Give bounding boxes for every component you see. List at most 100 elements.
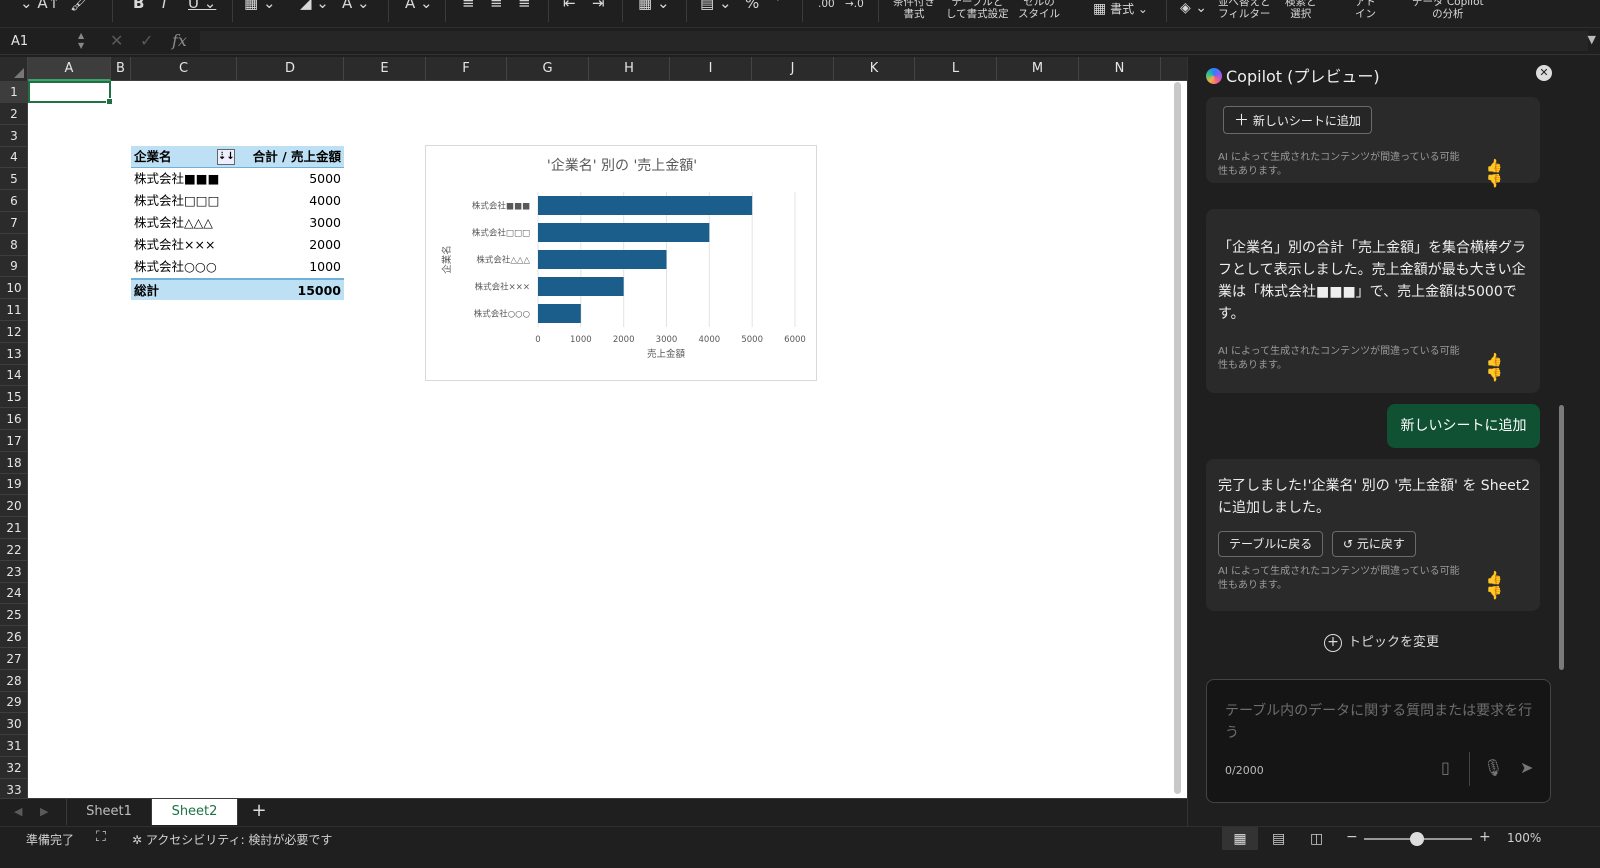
cancel-icon[interactable]: ✕ xyxy=(110,31,123,50)
add-to-new-sheet-button[interactable]: ＋ 新しいシートに追加 xyxy=(1223,106,1372,134)
comma-icon[interactable]: ’ xyxy=(776,0,781,12)
row-header-9[interactable]: 9 xyxy=(0,255,28,278)
row-header-8[interactable]: 8 xyxy=(0,234,28,256)
pivot-row[interactable]: 株式会社■■■ 5000 xyxy=(131,168,344,190)
increase-indent-icon[interactable]: ⇥ xyxy=(592,0,605,12)
row-header-12[interactable]: 12 xyxy=(0,321,28,343)
percent-icon[interactable]: % xyxy=(745,0,759,12)
row-header-24[interactable]: 24 xyxy=(0,582,28,605)
format-button[interactable]: ▦ 書式 ⌄ xyxy=(1093,0,1148,17)
column-header-e[interactable]: E xyxy=(344,57,426,81)
column-header-j[interactable]: J xyxy=(752,57,834,81)
pivot-row[interactable]: 株式会社□□□ 4000 xyxy=(131,190,344,212)
row-header-27[interactable]: 27 xyxy=(0,648,28,670)
macro-record-icon[interactable]: ⛶ xyxy=(96,829,106,845)
column-header-n[interactable]: N xyxy=(1079,57,1161,81)
thumbs-down-icon[interactable]: 👎 xyxy=(1486,586,1502,601)
row-header-16[interactable]: 16 xyxy=(0,408,28,430)
column-header-h[interactable]: H xyxy=(589,57,670,81)
row-header-6[interactable]: 6 xyxy=(0,190,28,212)
decrease-indent-icon[interactable]: ⇤ xyxy=(563,0,576,12)
row-header-13[interactable]: 13 xyxy=(0,343,28,365)
row-header-18[interactable]: 18 xyxy=(0,452,28,474)
tab-sheet2[interactable]: Sheet2 xyxy=(152,799,238,825)
row-header-15[interactable]: 15 xyxy=(0,386,28,409)
pivot-row[interactable]: 株式会社○○○ 1000 xyxy=(131,256,344,278)
copilot-prompt-box[interactable]: テーブル内のデータに関する質問または要求を行う 0/2000 ▯ 🎙 ➤ xyxy=(1206,679,1551,803)
thumbs-down-icon[interactable]: 👎 xyxy=(1486,174,1502,189)
thumbs-up-icon[interactable]: 👍 xyxy=(1486,159,1502,174)
expand-formula-bar-icon[interactable]: ▼ xyxy=(1588,33,1596,46)
bold-icon[interactable]: B xyxy=(133,0,144,12)
decrease-decimal-icon[interactable]: →.0 xyxy=(845,0,864,10)
enter-icon[interactable]: ✓ xyxy=(140,31,153,50)
column-header-k[interactable]: K xyxy=(834,57,915,81)
format-as-table-button[interactable]: テーブルと して書式設定 xyxy=(946,0,1009,20)
row-header-10[interactable]: 10 xyxy=(0,277,28,300)
conditional-format-button[interactable]: 条件付き 書式 xyxy=(893,0,935,20)
tab-sheet1[interactable]: Sheet1 xyxy=(66,799,152,825)
formula-input[interactable] xyxy=(200,31,1588,51)
row-header-21[interactable]: 21 xyxy=(0,517,28,539)
worksheet-grid[interactable]: ABCDEFGHIJKLMN 1 2 3 4 5 6 7 8 9 10 11 12 13 14 15 16 17… xyxy=(0,57,1187,798)
row-header-5[interactable]: 5 xyxy=(0,168,28,191)
page-break-view-icon[interactable]: ◫ xyxy=(1310,827,1323,851)
row-header-29[interactable]: 29 xyxy=(0,691,28,714)
zoom-level[interactable]: 100% xyxy=(1507,831,1541,845)
row-header-28[interactable]: 28 xyxy=(0,670,28,692)
analyze-data-copilot-button[interactable]: データ Copilot の分析 xyxy=(1412,0,1484,20)
merge-icon[interactable]: ▦ ⌄ xyxy=(638,0,670,12)
sort-icon[interactable]: ⌄ A↑ xyxy=(20,0,60,12)
column-header-i[interactable]: I xyxy=(670,57,752,81)
row-header-20[interactable]: 20 xyxy=(0,495,28,518)
align-right-icon[interactable]: ≡ xyxy=(518,0,531,12)
row-header-4[interactable]: 4 xyxy=(0,146,28,169)
row-header-7[interactable]: 7 xyxy=(0,212,28,234)
column-header-c[interactable]: C xyxy=(131,57,237,81)
next-sheet-icon[interactable]: ▶ xyxy=(40,805,48,818)
row-header-22[interactable]: 22 xyxy=(0,539,28,561)
vertical-scrollbar[interactable] xyxy=(1172,80,1184,797)
row-header-3[interactable]: 3 xyxy=(0,125,28,147)
pivot-row[interactable]: 株式会社××× 2000 xyxy=(131,234,344,256)
zoom-slider-thumb[interactable] xyxy=(1410,832,1424,846)
eraser-icon[interactable]: ◈ ⌄ xyxy=(1180,0,1207,16)
send-icon[interactable]: ➤ xyxy=(1520,758,1533,777)
pivot-table[interactable]: 企業名 ⇣↓ 合計 / 売上金額 株式会社■■■ 5000 株式会社□□□ 40… xyxy=(131,146,344,300)
borders-icon[interactable]: ▦ ⌄ xyxy=(244,0,276,12)
back-to-table-button[interactable]: テーブルに戻る xyxy=(1218,531,1324,557)
underline-icon[interactable]: U ⌄ xyxy=(188,0,216,12)
row-header-23[interactable]: 23 xyxy=(0,561,28,583)
row-header-11[interactable]: 11 xyxy=(0,299,28,321)
row-header-30[interactable]: 30 xyxy=(0,713,28,736)
align-left-icon[interactable]: ≡ xyxy=(462,0,475,12)
selected-cell[interactable] xyxy=(28,81,113,105)
pivot-row[interactable]: 株式会社△△△ 3000 xyxy=(131,212,344,234)
row-header-33[interactable]: 33 xyxy=(0,779,28,798)
accessibility-status[interactable]: ✲ アクセシビリティ: 検討が必要です xyxy=(132,831,332,848)
row-header-32[interactable]: 32 xyxy=(0,757,28,779)
find-select-button[interactable]: 検索と 選択 xyxy=(1285,0,1317,20)
number-format-icon[interactable]: ▤ ⌄ xyxy=(700,0,732,12)
cell-styles-button[interactable]: セルの スタイル xyxy=(1018,0,1060,20)
row-header-25[interactable]: 25 xyxy=(0,604,28,627)
increase-decimal-icon[interactable]: .00 xyxy=(818,0,835,10)
text-effects-icon[interactable]: A ⌄ xyxy=(405,0,433,12)
add-sheet-button[interactable]: + xyxy=(248,800,270,824)
row-header-17[interactable]: 17 xyxy=(0,430,28,452)
thumbs-down-icon[interactable]: 👎 xyxy=(1486,368,1502,383)
thumbs-up-icon[interactable]: 👍 xyxy=(1486,571,1502,586)
column-header-m[interactable]: M xyxy=(997,57,1079,81)
column-header-d[interactable]: D xyxy=(237,57,344,81)
sort-filter-button[interactable]: 並べ替えと フィルター xyxy=(1218,0,1271,20)
close-icon[interactable]: ✕ xyxy=(1536,65,1552,81)
normal-view-button[interactable]: ▦ xyxy=(1222,827,1258,851)
fill-color-icon[interactable]: ◢ ⌄ xyxy=(300,0,329,12)
thumbs-up-icon[interactable]: 👍 xyxy=(1486,353,1502,368)
font-color-icon[interactable]: A ⌄ xyxy=(342,0,370,12)
add-ins-button[interactable]: アド イン xyxy=(1355,0,1376,20)
vertical-scrollbar-thumb[interactable] xyxy=(1174,82,1181,794)
row-header-1[interactable]: 1 xyxy=(0,81,28,103)
row-header-31[interactable]: 31 xyxy=(0,735,28,757)
row-header-14[interactable]: 14 xyxy=(0,364,28,387)
